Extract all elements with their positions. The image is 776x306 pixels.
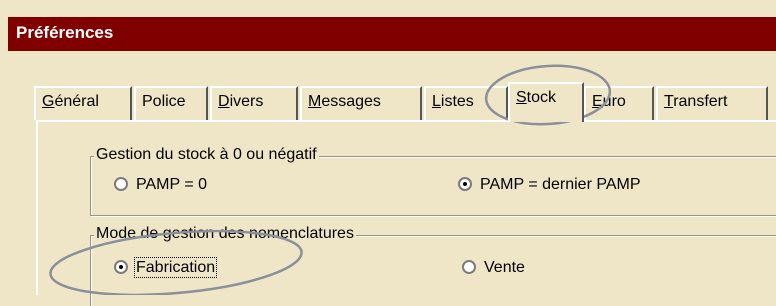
tab-label: ransfert [673, 93, 728, 110]
title-bar: Préférences [8, 17, 776, 51]
tab-accel: D [218, 93, 230, 110]
tab-label: ivers [229, 93, 264, 110]
tab-label: istes [440, 93, 474, 110]
tab-label: Police [142, 93, 186, 110]
pamp-dernier-radio[interactable]: PAMP = dernier PAMP [458, 176, 641, 194]
radio-label: PAMP = 0 [136, 176, 207, 193]
nomenclature-group-legend: Mode de gestion des nomenclatures [94, 225, 356, 243]
tab-label: essages [321, 93, 381, 110]
stock-group-legend: Gestion du stock à 0 ou négatif [94, 146, 319, 164]
fabrication-radio[interactable]: Fabrication [114, 257, 218, 278]
tab-messages[interactable]: Messages [300, 86, 422, 120]
tab-accel: S [516, 89, 527, 106]
tab-police[interactable]: Police [134, 86, 208, 120]
tab-general[interactable]: Général [34, 86, 132, 120]
radio-label: Vente [484, 259, 525, 276]
tab-euro[interactable]: Euro [584, 86, 654, 120]
radio-indicator [114, 260, 128, 274]
tab-divers[interactable]: Divers [210, 86, 298, 120]
tab-label: uro [602, 93, 626, 110]
window-title: Préférences [16, 23, 114, 42]
tab-label: tock [526, 89, 557, 106]
radio-indicator [458, 177, 472, 191]
vente-radio[interactable]: Vente [462, 259, 525, 277]
radio-indicator [462, 260, 476, 274]
tab-transfert[interactable]: Transfert [656, 86, 768, 120]
tab-accel: M [308, 93, 322, 110]
tab-listes[interactable]: Listes [424, 86, 508, 120]
tab-stock[interactable]: Stock [508, 82, 584, 122]
radio-indicator [114, 177, 128, 191]
tab-accel: L [432, 93, 441, 110]
tab-accel: G [42, 93, 55, 110]
radio-label: PAMP = dernier PAMP [480, 176, 641, 193]
radio-label: Fabrication [133, 257, 218, 278]
pamp-zero-radio[interactable]: PAMP = 0 [114, 176, 207, 194]
tab-accel: E [592, 93, 603, 110]
tab-accel: T [664, 93, 674, 110]
tab-label: énéral [54, 93, 99, 110]
